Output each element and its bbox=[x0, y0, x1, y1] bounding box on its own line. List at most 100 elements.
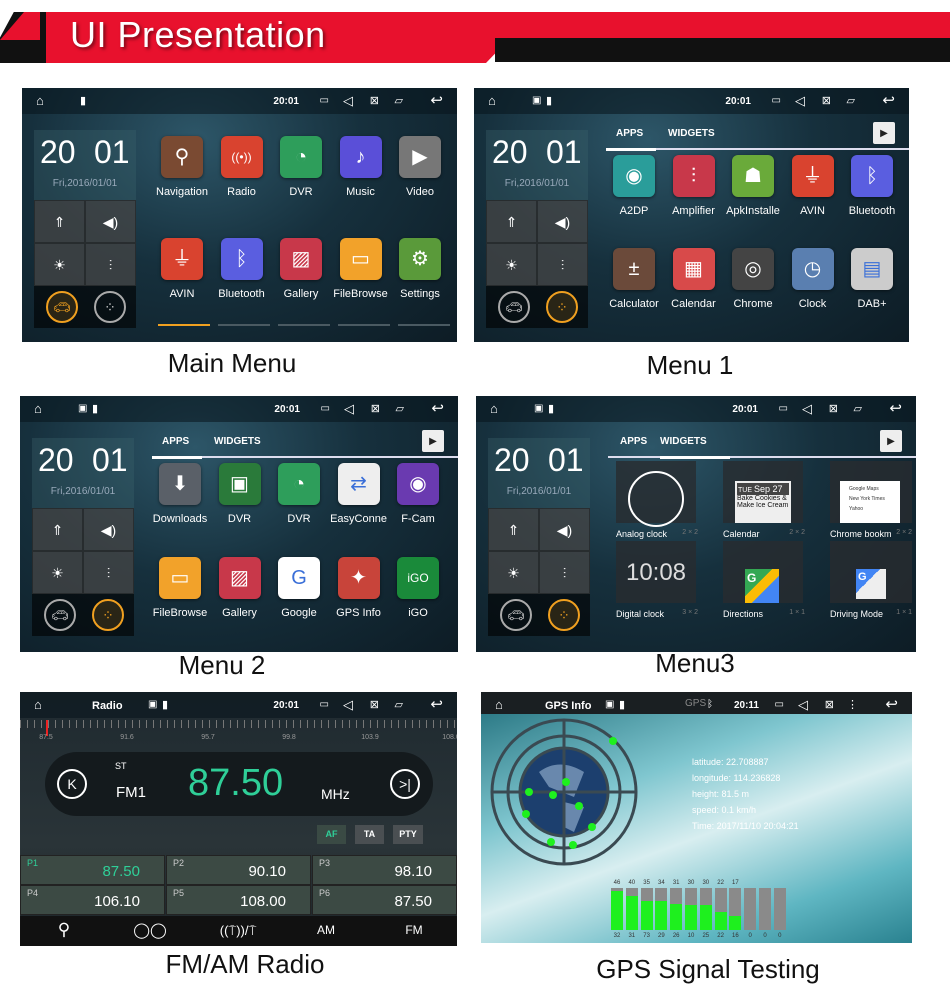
widget-calendar[interactable]: TUE Sep 27 Bake Cookies & Make Ice Cream … bbox=[723, 461, 823, 541]
ta-button[interactable]: TA bbox=[355, 825, 384, 844]
back-icon[interactable]: ↩ bbox=[889, 401, 902, 417]
app-a2dp[interactable]: ◉ A2DP bbox=[604, 155, 664, 217]
screenshot-icon[interactable]: ▭ bbox=[772, 93, 781, 109]
app-settings[interactable]: ⚙ Settings bbox=[390, 238, 450, 300]
app-radio[interactable]: ((•)) Radio bbox=[212, 136, 272, 198]
stereo-mono-icon[interactable]: ◯◯ bbox=[133, 921, 167, 939]
close-window-icon[interactable]: ⊠ bbox=[825, 697, 834, 713]
app-dvr[interactable]: ▣ DVR bbox=[210, 463, 270, 525]
app-dvr[interactable]: ◔ DVR bbox=[271, 136, 331, 198]
equalizer-icon[interactable]: ⫶ bbox=[539, 551, 590, 594]
rocket-icon[interactable]: ⇑ bbox=[486, 200, 537, 243]
close-window-icon[interactable]: ⊠ bbox=[822, 93, 831, 109]
frequency-scale[interactable] bbox=[20, 720, 457, 728]
page-indicator[interactable] bbox=[278, 324, 330, 326]
app-chrome[interactable]: ◎ Chrome bbox=[723, 248, 783, 310]
page-indicator[interactable] bbox=[158, 324, 210, 326]
rocket-icon[interactable]: ⇑ bbox=[32, 508, 83, 551]
volume-icon[interactable]: ◁ bbox=[343, 697, 353, 713]
app-filebrowse[interactable]: ▭ FileBrowse bbox=[331, 238, 391, 300]
play-store-icon[interactable]: ▶ bbox=[422, 430, 444, 452]
equalizer-icon[interactable]: ⫶ bbox=[537, 243, 588, 286]
clock-display[interactable]: 20 01 Fri,2016/01/01 bbox=[34, 130, 136, 200]
brightness-icon[interactable]: ☀ bbox=[488, 551, 539, 594]
app-filebrowse[interactable]: ▭ FileBrowse bbox=[150, 557, 210, 619]
am-button[interactable]: AM bbox=[317, 923, 335, 937]
volume-speaker-icon[interactable]: ◀) bbox=[537, 200, 588, 243]
screenshot-icon[interactable]: ▭ bbox=[321, 401, 330, 417]
volume-icon[interactable]: ◁ bbox=[344, 401, 354, 417]
equalizer-icon[interactable]: ⫶ bbox=[83, 551, 134, 594]
preset-p1[interactable]: P1 87.50 bbox=[20, 855, 165, 885]
app-gallery[interactable]: ▨ Gallery bbox=[271, 238, 331, 300]
equalizer-icon[interactable]: ⫶ bbox=[85, 243, 136, 286]
widget-directions[interactable]: G Directions 1 × 1 bbox=[723, 541, 823, 621]
clock-display[interactable]: 20 01 Fri,2016/01/01 bbox=[486, 130, 588, 200]
screenshot-icon[interactable]: ▭ bbox=[779, 401, 788, 417]
tab-widgets[interactable]: WIDGETS bbox=[668, 128, 715, 139]
home-icon[interactable]: ⌂ bbox=[36, 93, 44, 109]
back-icon[interactable]: ↩ bbox=[430, 93, 443, 109]
antenna-local-distance-icon[interactable]: ((⍑))/⍑ bbox=[220, 923, 257, 939]
preset-p3[interactable]: P3 98.10 bbox=[312, 855, 457, 885]
preset-p4[interactable]: P4 106.10 bbox=[20, 885, 165, 915]
app-avin[interactable]: ⏚ AVIN bbox=[783, 155, 843, 217]
recent-apps-icon[interactable]: ▱ bbox=[847, 93, 855, 109]
all-apps-icon[interactable]: ⁘ bbox=[548, 599, 580, 631]
app-calculator[interactable]: ± Calculator bbox=[604, 248, 664, 310]
af-button[interactable]: AF bbox=[317, 825, 346, 844]
back-icon[interactable]: ↩ bbox=[430, 697, 443, 713]
car-icon[interactable]: 🚗︎ bbox=[44, 599, 76, 631]
car-icon[interactable]: 🚗︎ bbox=[498, 291, 530, 323]
play-store-icon[interactable]: ▶ bbox=[873, 122, 895, 144]
app-easyconne[interactable]: ⇄ EasyConne bbox=[329, 463, 389, 525]
widget-digital-clock[interactable]: 10:08 Digital clock 3 × 2 bbox=[616, 541, 716, 621]
page-indicator[interactable] bbox=[338, 324, 390, 326]
screenshot-icon[interactable]: ▭ bbox=[320, 93, 329, 109]
brightness-icon[interactable]: ☀ bbox=[32, 551, 83, 594]
home-icon[interactable]: ⌂ bbox=[495, 697, 503, 713]
tab-apps[interactable]: APPS bbox=[162, 436, 189, 447]
all-apps-icon[interactable]: ⁘ bbox=[546, 291, 578, 323]
app-google[interactable]: G Google bbox=[269, 557, 329, 619]
rocket-icon[interactable]: ⇑ bbox=[34, 200, 85, 243]
recent-apps-icon[interactable]: ▱ bbox=[395, 93, 403, 109]
all-apps-icon[interactable]: ⁘ bbox=[94, 291, 126, 323]
close-window-icon[interactable]: ⊠ bbox=[370, 697, 379, 713]
tab-widgets[interactable]: WIDGETS bbox=[214, 436, 261, 447]
volume-icon[interactable]: ◁ bbox=[343, 93, 353, 109]
clock-display[interactable]: 20 01 Fri,2016/01/01 bbox=[32, 438, 134, 508]
home-icon[interactable]: ⌂ bbox=[490, 401, 498, 417]
app-f-cam[interactable]: ◉ F-Cam bbox=[388, 463, 448, 525]
car-icon[interactable]: 🚗︎ bbox=[46, 291, 78, 323]
rocket-icon[interactable]: ⇑ bbox=[488, 508, 539, 551]
back-icon[interactable]: ↩ bbox=[431, 401, 444, 417]
brightness-icon[interactable]: ☀ bbox=[34, 243, 85, 286]
clock-display[interactable]: 20 01 Fri,2016/01/01 bbox=[488, 438, 590, 508]
volume-icon[interactable]: ◁ bbox=[795, 93, 805, 109]
volume-speaker-icon[interactable]: ◀) bbox=[539, 508, 590, 551]
back-icon[interactable]: ↩ bbox=[885, 697, 898, 713]
close-window-icon[interactable]: ⊠ bbox=[371, 401, 380, 417]
car-icon[interactable]: 🚗︎ bbox=[500, 599, 532, 631]
close-window-icon[interactable]: ⊠ bbox=[829, 401, 838, 417]
page-indicator[interactable] bbox=[398, 324, 450, 326]
preset-p6[interactable]: P6 87.50 bbox=[312, 885, 457, 915]
menu-dots-icon[interactable]: ⋮ bbox=[847, 697, 858, 713]
app-avin[interactable]: ⏚ AVIN bbox=[152, 238, 212, 300]
tab-widgets[interactable]: WIDGETS bbox=[660, 436, 707, 447]
recent-apps-icon[interactable]: ▱ bbox=[854, 401, 862, 417]
app-apkinstalle[interactable]: ☗ ApkInstalle bbox=[723, 155, 783, 217]
app-bluetooth[interactable]: ᛒ Bluetooth bbox=[212, 238, 272, 300]
app-gps-info[interactable]: ✦ GPS Info bbox=[329, 557, 389, 619]
widget-driving-mode[interactable]: G Driving Mode 1 × 1 bbox=[830, 541, 912, 621]
volume-speaker-icon[interactable]: ◀) bbox=[83, 508, 134, 551]
screenshot-icon[interactable]: ▭ bbox=[775, 697, 784, 713]
all-apps-icon[interactable]: ⁘ bbox=[92, 599, 124, 631]
app-dab-[interactable]: ▤ DAB+ bbox=[842, 248, 902, 310]
volume-speaker-icon[interactable]: ◀) bbox=[85, 200, 136, 243]
app-downloads[interactable]: ⬇ Downloads bbox=[150, 463, 210, 525]
app-music[interactable]: ♪ Music bbox=[331, 136, 391, 198]
recent-apps-icon[interactable]: ▱ bbox=[396, 401, 404, 417]
app-navigation[interactable]: ⚲ Navigation bbox=[152, 136, 212, 198]
